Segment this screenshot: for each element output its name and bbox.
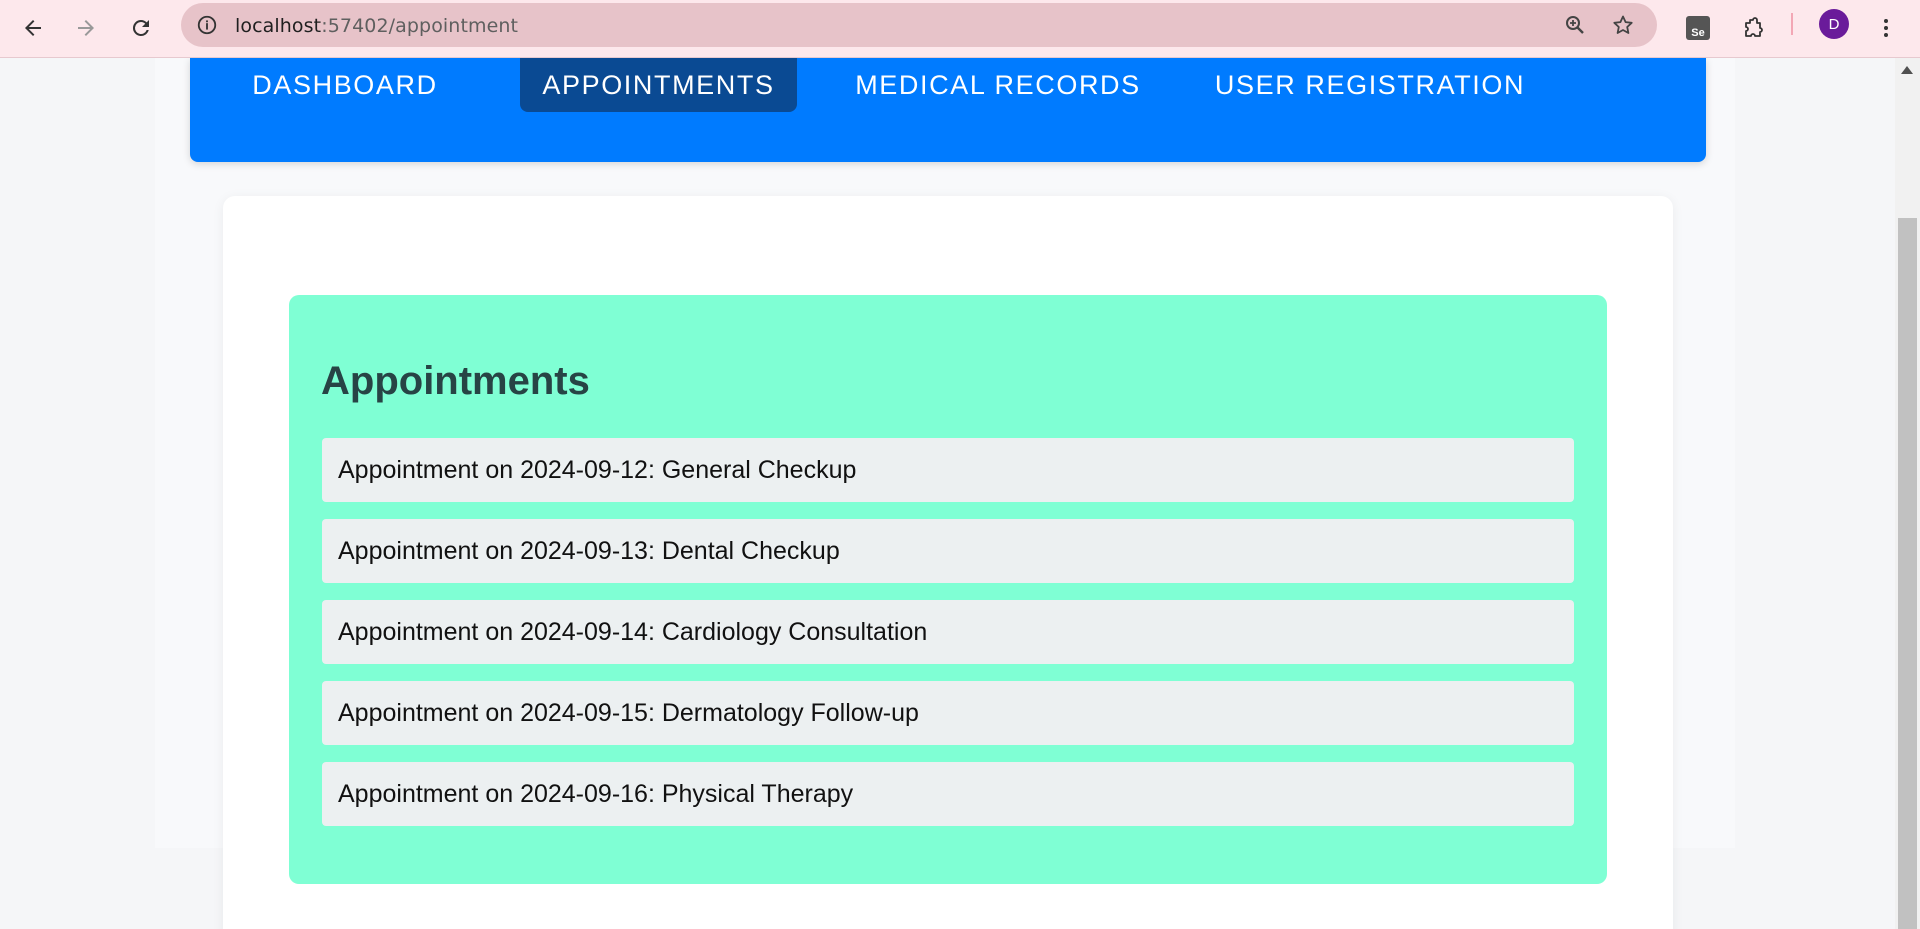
- nav-dashboard[interactable]: DASHBOARD: [250, 58, 440, 112]
- kebab-menu-icon: [1884, 19, 1888, 37]
- scrollbar-thumb[interactable]: [1898, 218, 1917, 929]
- forward-button[interactable]: [66, 8, 106, 48]
- url-host: localhost: [235, 15, 322, 37]
- appointments-title: Appointments: [321, 359, 590, 403]
- content-card: Appointments Appointment on 2024-09-12: …: [223, 196, 1673, 929]
- forward-arrow-icon: [78, 20, 94, 36]
- profile-avatar[interactable]: D: [1819, 9, 1849, 39]
- appointments-panel: Appointments Appointment on 2024-09-12: …: [289, 295, 1607, 884]
- vertical-scrollbar[interactable]: [1895, 58, 1920, 929]
- browser-toolbar: localhost:57402/appointment Se D: [0, 0, 1920, 58]
- browser-menu-button[interactable]: [1866, 8, 1906, 48]
- appointment-item: Appointment on 2024-09-16: Physical Ther…: [322, 762, 1574, 826]
- site-info-icon[interactable]: [191, 9, 223, 41]
- puzzle-icon: [1745, 17, 1763, 37]
- back-button[interactable]: [13, 8, 53, 48]
- zoom-icon[interactable]: [1559, 9, 1591, 41]
- appointment-item: Appointment on 2024-09-14: Cardiology Co…: [322, 600, 1574, 664]
- selenium-extension-button[interactable]: Se: [1678, 8, 1718, 48]
- nav-user-registration[interactable]: USER REGISTRATION: [1210, 58, 1530, 112]
- profile-initial: D: [1828, 15, 1840, 33]
- scroll-up-arrow-icon[interactable]: [1901, 66, 1913, 74]
- address-bar[interactable]: localhost:57402/appointment: [181, 3, 1657, 47]
- bookmark-star-icon[interactable]: [1607, 9, 1639, 41]
- appointment-item: Appointment on 2024-09-13: Dental Checku…: [322, 519, 1574, 583]
- page-viewport: DASHBOARD APPOINTMENTS MEDICAL RECORDS U…: [0, 58, 1895, 929]
- selenium-extension-icon: Se: [1686, 16, 1710, 40]
- nav-medical-records[interactable]: MEDICAL RECORDS: [850, 58, 1146, 112]
- nav-medical-records-label: MEDICAL RECORDS: [855, 69, 1141, 100]
- nav-appointments-label: APPOINTMENTS: [542, 69, 775, 100]
- back-arrow-icon: [25, 20, 41, 36]
- reload-button[interactable]: [121, 8, 161, 48]
- extension-label: Se: [1691, 27, 1705, 39]
- nav-user-registration-label: USER REGISTRATION: [1214, 69, 1526, 100]
- toolbar-divider: [1791, 13, 1793, 35]
- appointments-list: Appointment on 2024-09-12: General Check…: [322, 438, 1574, 843]
- reload-icon: [132, 19, 149, 36]
- appointment-item: Appointment on 2024-09-12: General Check…: [322, 438, 1574, 502]
- nav-appointments[interactable]: APPOINTMENTS: [520, 58, 797, 112]
- main-navbar: DASHBOARD APPOINTMENTS MEDICAL RECORDS U…: [190, 58, 1706, 162]
- nav-dashboard-label: DASHBOARD: [252, 69, 438, 100]
- url-text: localhost:57402/appointment: [235, 15, 518, 37]
- url-path: :57402/appointment: [321, 15, 519, 37]
- appointment-item: Appointment on 2024-09-15: Dermatology F…: [322, 681, 1574, 745]
- extensions-button[interactable]: [1733, 8, 1773, 48]
